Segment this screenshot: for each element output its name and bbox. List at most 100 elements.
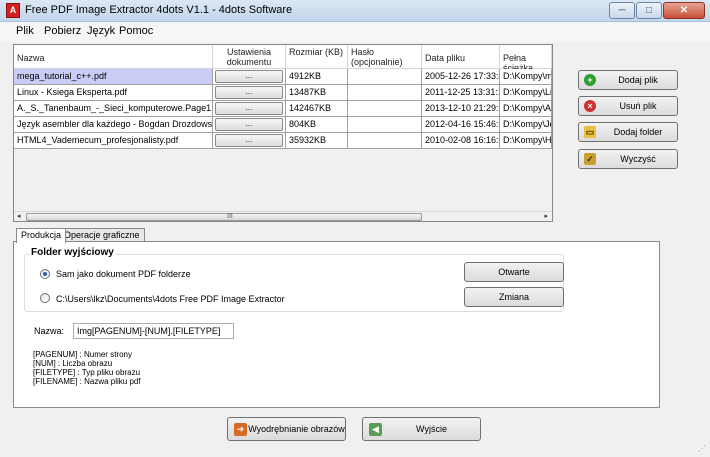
- column-header-name[interactable]: Nazwa: [14, 45, 213, 69]
- cell-name: Język asembler dla każdego - Bogdan Droz…: [14, 117, 213, 133]
- radio-custom-folder[interactable]: [40, 293, 50, 303]
- clear-label: Wyczyść: [620, 154, 656, 164]
- column-header-path[interactable]: Pełna ścieżka: [500, 45, 552, 73]
- pdf-icon: A: [6, 3, 20, 18]
- cell-path: D:\Kompy\Języ: [500, 117, 552, 133]
- column-header-date[interactable]: Data pliku: [422, 45, 500, 69]
- window-title: Free PDF Image Extractor 4dots V1.1 - 4d…: [25, 4, 293, 16]
- horizontal-scrollbar[interactable]: ◂ III ▸: [14, 211, 552, 221]
- cell-password[interactable]: [348, 133, 422, 149]
- grid-body: Nazwa Ustawienia dokumentu Rozmiar (KB) …: [14, 45, 552, 211]
- resize-grip-icon[interactable]: ⋰: [698, 445, 708, 455]
- cell-date: 2005-12-26 17:33:44: [422, 69, 500, 85]
- table-row[interactable]: HTML4_Vademecum_profesjonalisty.pdf ... …: [14, 133, 552, 149]
- scroll-left-icon[interactable]: ◂: [17, 212, 21, 221]
- add-icon: +: [584, 74, 596, 86]
- exit-icon: ◀: [369, 423, 382, 436]
- tab-panel-produkcja: Folder wyjściowy Sam jako dokument PDF f…: [13, 241, 660, 408]
- cell-password[interactable]: [348, 85, 422, 101]
- column-header-settings[interactable]: Ustawienia dokumentu: [213, 45, 286, 69]
- remove-file-label: Usuń plik: [619, 101, 657, 111]
- cell-date: 2012-04-16 15:46:24: [422, 117, 500, 133]
- cell-password[interactable]: [348, 69, 422, 85]
- title-bar: A Free PDF Image Extractor 4dots V1.1 - …: [0, 0, 710, 22]
- table-row[interactable]: mega_tutorial_c++.pdf ... 4912KB 2005-12…: [14, 69, 552, 85]
- cell-size: 13487KB: [286, 85, 348, 101]
- cell-path: D:\Kompy\meg: [500, 69, 552, 85]
- cell-path: D:\Kompy\Linu: [500, 85, 552, 101]
- tab-operacje-graficzne[interactable]: Operacje graficzne: [59, 228, 145, 242]
- menu-bar: Plik Pobierz Język Pomoc: [0, 22, 710, 42]
- cell-settings: ...: [213, 85, 286, 101]
- add-file-label: Dodaj plik: [618, 75, 658, 85]
- add-folder-label: Dodaj folder: [613, 127, 663, 137]
- table-row[interactable]: A._S._Tanenbaum_-_Sieci_komputerowe.Page…: [14, 101, 552, 117]
- legend-num: [NUM] : Liczba obrazu: [33, 359, 113, 368]
- radio-same-folder-label[interactable]: Sam jako dokument PDF folderze: [56, 269, 191, 279]
- table-row[interactable]: Linux - Ksiega Eksperta.pdf ... 13487KB …: [14, 85, 552, 101]
- cell-size: 804KB: [286, 117, 348, 133]
- menu-pobierz[interactable]: Pobierz: [44, 25, 81, 37]
- output-folder-title: Folder wyjściowy: [29, 247, 116, 258]
- cell-settings: ...: [213, 101, 286, 117]
- column-header-size[interactable]: Rozmiar (KB): [286, 45, 348, 69]
- open-folder-button[interactable]: Otwarte: [464, 262, 564, 282]
- cell-name: Linux - Ksiega Eksperta.pdf: [14, 85, 213, 101]
- file-grid[interactable]: Nazwa Ustawienia dokumentu Rozmiar (KB) …: [13, 44, 553, 222]
- exit-label: Wyjście: [416, 424, 447, 434]
- close-button[interactable]: ✕: [663, 2, 705, 19]
- radio-same-folder[interactable]: [40, 269, 50, 279]
- document-settings-button[interactable]: ...: [215, 102, 283, 115]
- cell-settings: ...: [213, 69, 286, 85]
- add-folder-button[interactable]: ▭ Dodaj folder: [578, 122, 678, 142]
- document-settings-button[interactable]: ...: [215, 86, 283, 99]
- legend-pagenum: [PAGENUM] : Numer strony: [33, 350, 132, 359]
- remove-file-button[interactable]: × Usuń plik: [578, 96, 678, 116]
- cell-date: 2011-12-25 13:31:18: [422, 85, 500, 101]
- cell-name: A._S._Tanenbaum_-_Sieci_komputerowe.Page…: [14, 101, 213, 117]
- name-pattern-label: Nazwa:: [34, 326, 65, 336]
- name-pattern-input[interactable]: [73, 323, 234, 339]
- clear-button[interactable]: ✓ Wyczyść: [578, 149, 678, 169]
- cell-date: 2010-02-08 16:16:00: [422, 133, 500, 149]
- cell-size: 35932KB: [286, 133, 348, 149]
- cell-password[interactable]: [348, 117, 422, 133]
- table-row[interactable]: Język asembler dla każdego - Bogdan Droz…: [14, 117, 552, 133]
- legend-filename: [FILENAME] : Nazwa pliku pdf: [33, 377, 141, 386]
- folder-add-icon: ▭: [584, 126, 596, 138]
- column-header-password[interactable]: Hasło (opcjonalnie): [348, 45, 422, 69]
- extract-images-label: Wyodrębnianie obrazów: [248, 424, 345, 434]
- cell-path: D:\Kompy\HTM: [500, 133, 552, 149]
- cell-path: D:\Kompy\A._S: [500, 101, 552, 117]
- cell-date: 2013-12-10 21:29:36: [422, 101, 500, 117]
- cell-size: 142467KB: [286, 101, 348, 117]
- cell-size: 4912KB: [286, 69, 348, 85]
- document-settings-button[interactable]: ...: [215, 70, 283, 83]
- extract-images-button[interactable]: ➔ Wyodrębnianie obrazów: [227, 417, 346, 441]
- add-file-button[interactable]: + Dodaj plik: [578, 70, 678, 90]
- radio-custom-folder-label[interactable]: C:\Users\lkz\Documents\4dots Free PDF Im…: [56, 294, 285, 304]
- window-controls: ─ □ ✕: [608, 2, 705, 19]
- cell-name: mega_tutorial_c++.pdf: [14, 69, 213, 85]
- document-settings-button[interactable]: ...: [215, 118, 283, 131]
- extract-icon: ➔: [234, 423, 247, 436]
- grip-icon: III: [227, 213, 233, 220]
- change-folder-button[interactable]: Zmiana: [464, 287, 564, 307]
- cell-password[interactable]: [348, 101, 422, 117]
- menu-plik[interactable]: Plik: [16, 25, 34, 37]
- document-settings-button[interactable]: ...: [215, 134, 283, 147]
- menu-jezyk[interactable]: Język: [87, 25, 115, 37]
- cell-settings: ...: [213, 117, 286, 133]
- clear-icon: ✓: [584, 153, 596, 165]
- maximize-button[interactable]: □: [636, 2, 662, 19]
- exit-button[interactable]: ◀ Wyjście: [362, 417, 481, 441]
- minimize-button[interactable]: ─: [609, 2, 635, 19]
- menu-pomoc[interactable]: Pomoc: [119, 25, 153, 37]
- cell-name: HTML4_Vademecum_profesjonalisty.pdf: [14, 133, 213, 149]
- remove-icon: ×: [584, 100, 596, 112]
- cell-settings: ...: [213, 133, 286, 149]
- scroll-right-icon[interactable]: ▸: [544, 212, 548, 221]
- scrollbar-thumb[interactable]: III: [26, 213, 422, 221]
- tab-produkcja[interactable]: Produkcja: [16, 228, 67, 243]
- legend-filetype: [FILETYPE] : Typ pliku obrazu: [33, 368, 141, 377]
